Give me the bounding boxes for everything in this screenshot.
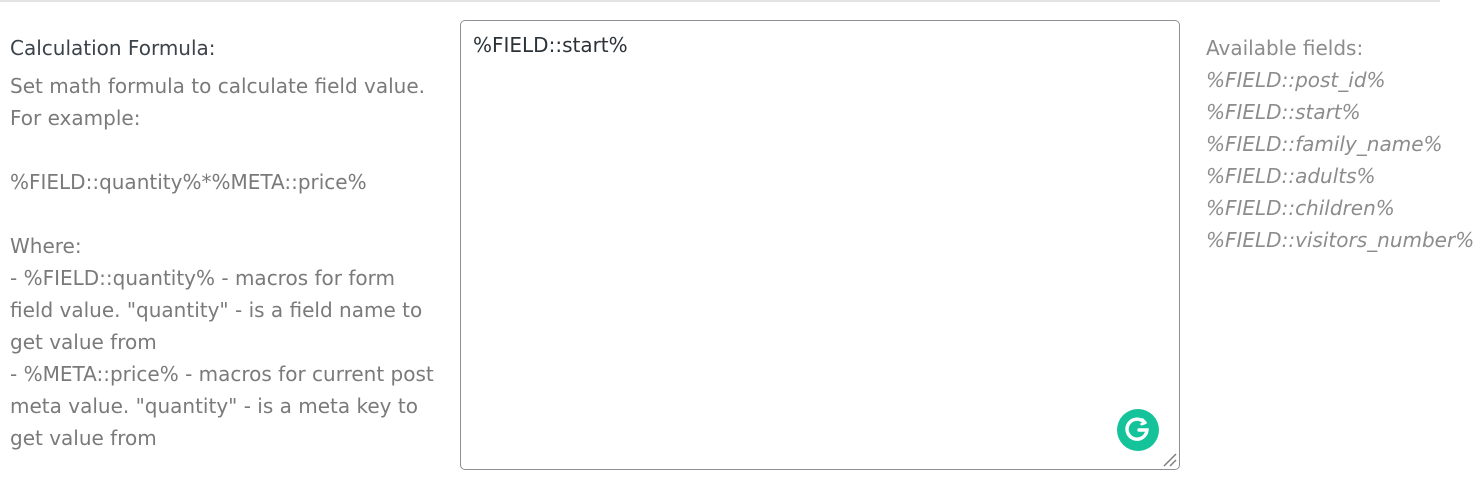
desc-line: For example: bbox=[10, 106, 141, 130]
desc-line: get value from bbox=[10, 330, 157, 354]
desc-line: get value from bbox=[10, 426, 157, 450]
available-field-item: %FIELD::start% bbox=[1206, 100, 1361, 124]
desc-line: Where: bbox=[10, 234, 82, 258]
desc-line: - %FIELD::quantity% - macros for form bbox=[10, 266, 395, 290]
desc-blank-line bbox=[10, 134, 450, 166]
available-field-item: %FIELD::children% bbox=[1206, 196, 1395, 220]
grammarly-icon[interactable] bbox=[1117, 409, 1159, 451]
desc-line: - %META::price% - macros for current pos… bbox=[10, 362, 434, 386]
formula-textarea-wrapper: %FIELD::start% bbox=[460, 20, 1180, 470]
example-formula: %FIELD::quantity%*%META::price% bbox=[10, 170, 367, 194]
available-field-item: %FIELD::family_name% bbox=[1206, 132, 1443, 156]
desc-line: field value. "quantity" - is a field nam… bbox=[10, 298, 423, 322]
available-field-item: %FIELD::post_id% bbox=[1206, 68, 1386, 92]
desc-line: meta value. "quantity" - is a meta key t… bbox=[10, 394, 418, 418]
available-field-item: %FIELD::visitors_number% bbox=[1206, 228, 1474, 252]
formula-textarea[interactable]: %FIELD::start% bbox=[461, 21, 1179, 469]
resize-handle-icon[interactable] bbox=[1161, 451, 1177, 467]
desc-blank-line bbox=[10, 198, 450, 230]
available-fields-panel: Available fields: %FIELD::post_id% %FIEL… bbox=[1206, 32, 1474, 256]
top-divider bbox=[0, 0, 1440, 2]
desc-line: Set math formula to calculate field valu… bbox=[10, 74, 426, 98]
available-field-item: %FIELD::adults% bbox=[1206, 164, 1376, 188]
field-label-column: Calculation Formula: Set math formula to… bbox=[10, 32, 450, 454]
available-fields-title: Available fields: bbox=[1206, 36, 1364, 60]
field-description: Set math formula to calculate field valu… bbox=[10, 70, 450, 454]
field-title: Calculation Formula: bbox=[10, 36, 216, 60]
